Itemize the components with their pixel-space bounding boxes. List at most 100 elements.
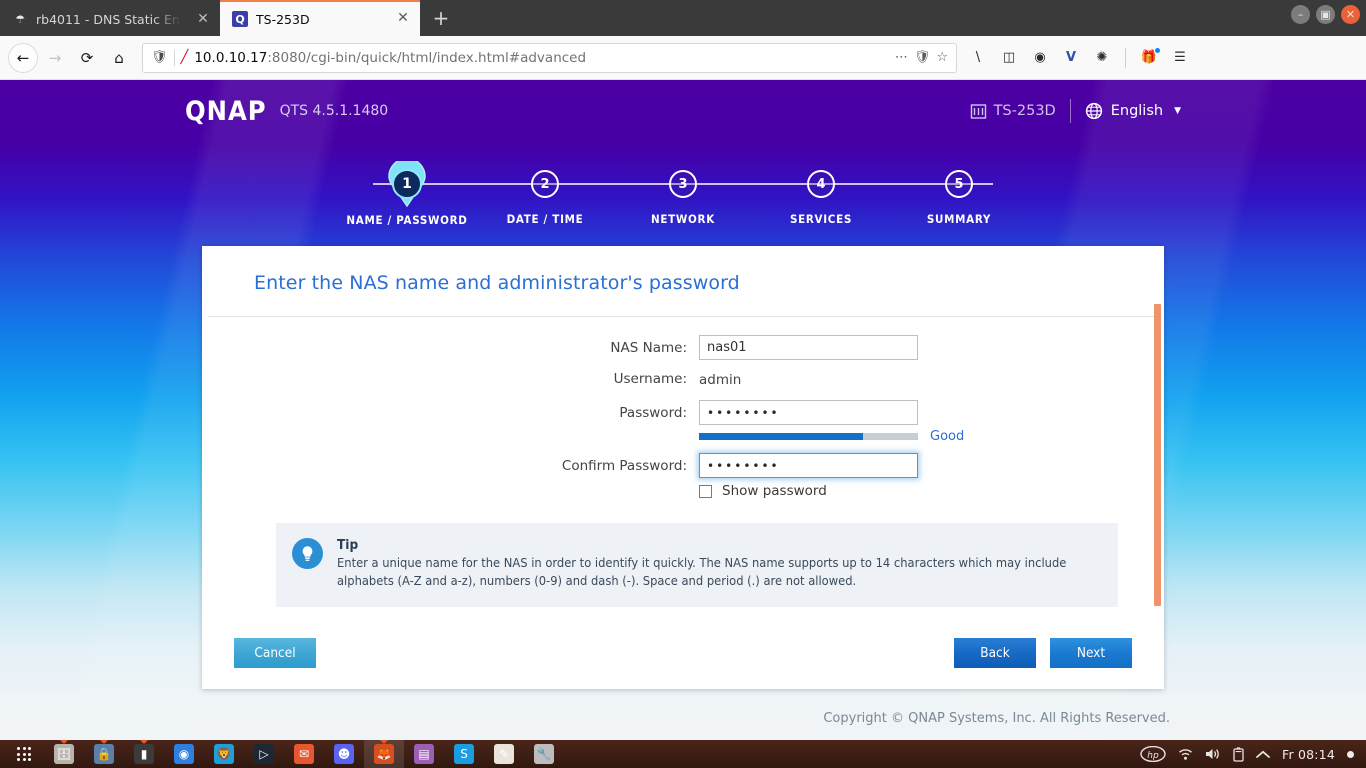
- close-button[interactable]: ✕: [1341, 5, 1360, 24]
- tab-title: TS-253D: [256, 11, 310, 27]
- qts-version: QTS 4.5.1.1480: [279, 103, 389, 119]
- nas-name-control: [699, 335, 1119, 360]
- home-button-icon[interactable]: ⌂: [104, 43, 134, 73]
- files-icon: 🗄: [54, 744, 74, 764]
- taskbar-item-skype[interactable]: S: [444, 740, 484, 768]
- back-button[interactable]: Back: [954, 638, 1036, 668]
- window-controls: – ▣ ✕: [1291, 5, 1360, 24]
- content-scrollbar[interactable]: [1154, 304, 1161, 606]
- pocket-icon[interactable]: 🛡: [914, 50, 931, 65]
- taskbar-item-firefox[interactable]: 🦊: [364, 740, 404, 768]
- language-selector[interactable]: English ▼: [1085, 102, 1181, 120]
- text-editor-icon: ✎: [494, 744, 514, 764]
- account-icon[interactable]: ◉: [1029, 47, 1051, 69]
- setup-stepper: 1 NAME / PASSWORD 2 DATE / TIME 3 NETWOR…: [338, 160, 1028, 232]
- taskbar-item-discord[interactable]: ☻: [324, 740, 364, 768]
- taskbar-item-settings[interactable]: 🔧: [524, 740, 564, 768]
- running-indicator-icon: [60, 740, 68, 744]
- vscode-icon: ▷: [254, 744, 274, 764]
- url-host: 10.0.10.17: [194, 49, 268, 66]
- tip-box: Tip Enter a unique name for the NAS in o…: [276, 523, 1118, 608]
- browser-toolbar-icons: \ ◫ ◉ V ✺ 🎁 ☰: [967, 46, 1193, 69]
- qts-header-right: TS-253D English ▼: [970, 99, 1181, 123]
- maximize-button[interactable]: ▣: [1316, 5, 1335, 24]
- library-icon[interactable]: \: [967, 47, 989, 69]
- taskbar-item-thunderbird[interactable]: ✉: [284, 740, 324, 768]
- step-2-number: 2: [531, 170, 559, 198]
- svg-text:hp: hp: [1147, 751, 1159, 761]
- step-4[interactable]: 4 SERVICES: [752, 160, 890, 227]
- forward-button-icon[interactable]: →: [40, 43, 70, 73]
- nas-name-input[interactable]: [699, 335, 918, 360]
- indicator-dot-icon[interactable]: [1347, 750, 1354, 758]
- show-password-checkbox[interactable]: [699, 484, 712, 498]
- confirm-password-row: Confirm Password:: [202, 453, 1164, 478]
- back-button-icon[interactable]: ←: [8, 42, 38, 73]
- minimize-button[interactable]: –: [1291, 5, 1310, 24]
- taskbar-item-show-applications[interactable]: [4, 740, 44, 768]
- taskbar-item-brave[interactable]: 🦁: [204, 740, 244, 768]
- taskbar-item-terminal[interactable]: ▮: [124, 740, 164, 768]
- taskbar-item-text-editor[interactable]: ✎: [484, 740, 524, 768]
- star-icon[interactable]: ☆: [936, 50, 948, 65]
- confirm-password-input[interactable]: [699, 453, 918, 478]
- tab-strip: ☂ rb4011 - DNS Static Entry ✕ Q TS-253D …: [0, 0, 1366, 36]
- copyright-text: Copyright © QNAP Systems, Inc. All Right…: [823, 711, 1170, 726]
- scrollbar-thumb[interactable]: [1154, 304, 1161, 606]
- step-1[interactable]: 1 NAME / PASSWORD: [338, 160, 476, 227]
- discord-icon: ☻: [334, 744, 354, 764]
- setup-card: Enter the NAS name and administrator's p…: [202, 246, 1164, 689]
- nas-icon: [970, 103, 986, 119]
- taskbar-item-keepassxc[interactable]: 🔒: [84, 740, 124, 768]
- chevron-up-icon[interactable]: [1256, 750, 1270, 759]
- nas-name-label: NAS Name:: [610, 339, 687, 356]
- wifi-icon[interactable]: [1178, 748, 1193, 761]
- address-bar[interactable]: 🛡 ╱ 10.0.10.17:8080/cgi-bin/quick/html/i…: [142, 42, 957, 73]
- password-input[interactable]: [699, 400, 918, 425]
- reload-button-icon[interactable]: ⟳: [72, 43, 102, 73]
- cancel-button[interactable]: Cancel: [234, 638, 316, 668]
- tab-close-icon[interactable]: ✕: [194, 11, 212, 29]
- crossed-lock-icon[interactable]: ╱: [181, 50, 189, 65]
- step-5[interactable]: 5 SUMMARY: [890, 160, 1028, 227]
- sidebar-icon[interactable]: ◫: [998, 47, 1020, 69]
- menu-icon[interactable]: ☰: [1169, 47, 1191, 69]
- tab-close-icon[interactable]: ✕: [394, 10, 412, 28]
- os-taskbar: 🗄 🔒 ▮ ◉ 🦁 ▷ ✉ ☻ 🦊 ▤ S ✎ 🔧 hp Fr 08:14: [0, 740, 1366, 768]
- step-2[interactable]: 2 DATE / TIME: [476, 160, 614, 227]
- taskbar-item-vscode[interactable]: ▷: [244, 740, 284, 768]
- divider: [173, 49, 175, 66]
- gift-icon[interactable]: 🎁: [1138, 46, 1161, 69]
- browser-window: ☂ rb4011 - DNS Static Entry ✕ Q TS-253D …: [0, 0, 1366, 768]
- next-button[interactable]: Next: [1050, 638, 1132, 668]
- password-strength-fill: [699, 433, 864, 440]
- terminal-icon: ▮: [134, 744, 154, 764]
- divider: [1069, 99, 1071, 123]
- show-password-label: Show password: [722, 483, 827, 499]
- new-tab-button[interactable]: +: [426, 4, 456, 34]
- taskbar-clock[interactable]: Fr 08:14: [1282, 747, 1335, 762]
- qts-setup-page: QNAP QTS 4.5.1.1480 TS-253D English ▼ 1 …: [0, 80, 1366, 740]
- battery-icon[interactable]: [1233, 746, 1244, 762]
- password-control: [699, 400, 1119, 425]
- ellipsis-icon[interactable]: ⋯: [895, 50, 908, 65]
- hp-logo-icon: hp: [1140, 746, 1166, 762]
- tip-content: Tip Enter a unique name for the NAS in o…: [337, 537, 1067, 591]
- confirm-password-label: Confirm Password:: [561, 457, 687, 474]
- qnap-logo: QNAP: [185, 95, 267, 127]
- browser-tab-2[interactable]: Q TS-253D ✕: [220, 0, 420, 36]
- step-4-label: SERVICES: [789, 212, 853, 226]
- taskbar-item-files[interactable]: 🗄: [44, 740, 84, 768]
- globe-icon: [1085, 102, 1102, 120]
- volume-icon[interactable]: [1205, 747, 1221, 761]
- step-3[interactable]: 3 NETWORK: [614, 160, 752, 227]
- shield-icon[interactable]: 🛡: [151, 50, 168, 65]
- gnome-extension-icon[interactable]: ✺: [1091, 47, 1113, 69]
- browser-tab-1[interactable]: ☂ rb4011 - DNS Static Entry ✕: [0, 3, 220, 36]
- firefox-icon: 🦊: [374, 744, 394, 764]
- tab-title: rb4011 - DNS Static Entry: [36, 12, 186, 27]
- taskbar-item-chromium[interactable]: ◉: [164, 740, 204, 768]
- vimium-extension-icon[interactable]: V: [1060, 47, 1082, 69]
- nas-name-row: NAS Name:: [202, 335, 1164, 360]
- taskbar-item-virt-manager[interactable]: ▤: [404, 740, 444, 768]
